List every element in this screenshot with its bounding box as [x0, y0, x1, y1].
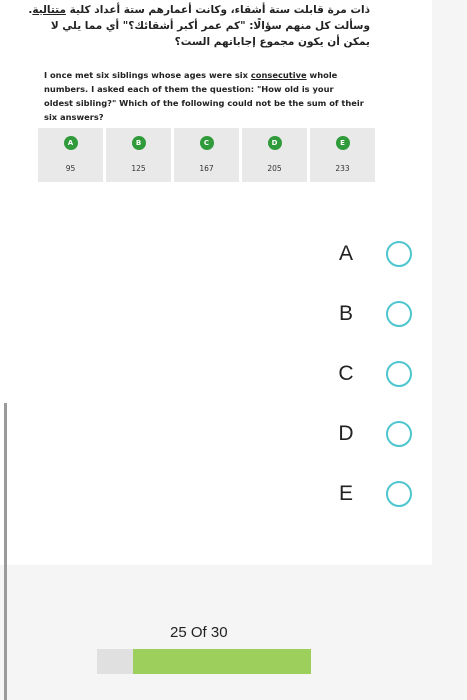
choice-card-a: A 95: [38, 128, 103, 182]
option-letter: A: [338, 242, 353, 265]
progress-label: 25 Of 30: [170, 624, 228, 641]
english-text-part: I once met six siblings whose ages were …: [44, 70, 251, 80]
answer-option-b[interactable]: B: [333, 300, 423, 332]
choice-badge: D: [267, 136, 282, 150]
choice-value: 167: [199, 164, 214, 173]
progress-bar-fill: [132, 649, 311, 674]
answer-option-c[interactable]: C: [333, 360, 423, 392]
choice-value: 205: [267, 164, 282, 173]
arabic-underlined-word: متتالية: [32, 4, 66, 16]
answer-option-d[interactable]: D: [333, 420, 423, 452]
radio-button[interactable]: [386, 481, 412, 507]
choice-card-d: D 205: [242, 128, 307, 182]
choice-value: 95: [65, 164, 76, 173]
arabic-text-part: ذات مرة قابلت ستة أشقاء، وكانت أعمارهم س…: [65, 4, 370, 16]
option-letter: C: [338, 362, 354, 385]
choice-badge: B: [131, 136, 146, 150]
choice-card-e: E 233: [310, 128, 375, 182]
option-letter: E: [338, 482, 353, 505]
choice-badge: A: [63, 136, 78, 150]
choice-card-b: B 125: [106, 128, 171, 182]
radio-button[interactable]: [386, 301, 412, 327]
scroll-rail[interactable]: [4, 403, 7, 700]
radio-button[interactable]: [386, 361, 412, 387]
answer-choices-strip: A 95 B 125 C 167 D 205 E 233: [38, 128, 375, 182]
choice-value: 233: [335, 164, 350, 173]
choice-value: 125: [131, 164, 146, 173]
question-text-arabic: ذات مرة قابلت ستة أشقاء، وكانت أعمارهم س…: [22, 2, 370, 50]
answer-option-a[interactable]: A: [333, 240, 423, 272]
answer-option-e[interactable]: E: [333, 480, 423, 512]
question-card: ذات مرة قابلت ستة أشقاء، وكانت أعمارهم س…: [0, 0, 432, 565]
choice-card-c: C 167: [174, 128, 239, 182]
choice-badge: C: [199, 136, 214, 150]
question-text-english: I once met six siblings whose ages were …: [44, 68, 364, 124]
choice-badge: E: [335, 136, 350, 150]
option-letter: D: [338, 422, 354, 445]
progress-bar: [97, 649, 311, 674]
radio-button[interactable]: [386, 421, 412, 447]
english-underlined-word: consecutive: [250, 70, 307, 80]
radio-button[interactable]: [386, 241, 412, 267]
option-letter: B: [338, 302, 353, 325]
